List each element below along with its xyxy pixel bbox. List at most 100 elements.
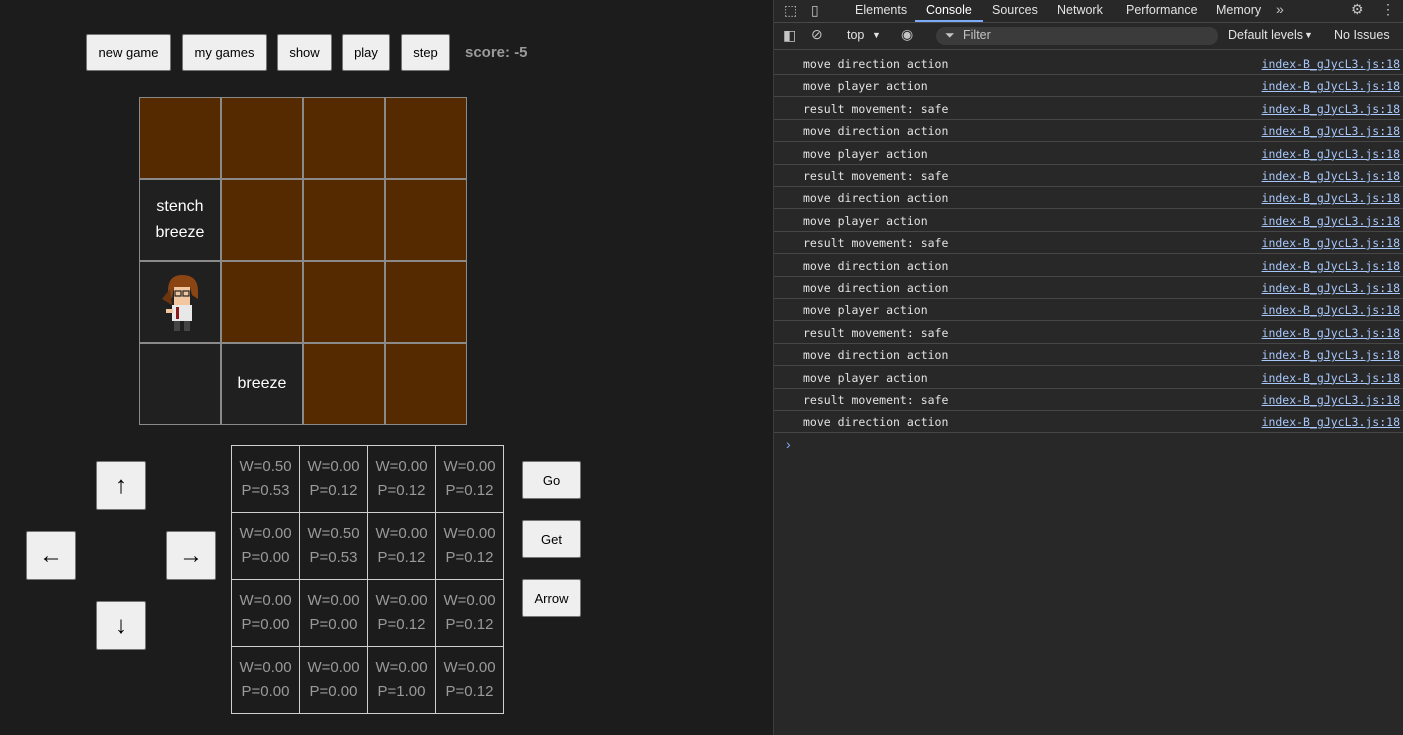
- funnel-icon: ⏷: [945, 28, 955, 42]
- wumpus-prob: W=0.50: [307, 525, 360, 542]
- console-log-row: move player action index-B_gJycL3.js:18: [774, 299, 1403, 322]
- pit-prob: P=0.12: [445, 683, 494, 700]
- tab-performance[interactable]: Performance: [1126, 0, 1198, 22]
- log-source-link[interactable]: index-B_gJycL3.js:18: [1262, 79, 1400, 93]
- chevron-down-icon: ▼: [872, 30, 881, 40]
- clear-console-icon[interactable]: ⊘: [811, 26, 823, 43]
- log-source-link[interactable]: index-B_gJycL3.js:18: [1262, 259, 1400, 273]
- console-log-row: result movement: safe index-B_gJycL3.js:1…: [774, 165, 1403, 187]
- sidebar-toggle-icon[interactable]: ◧: [783, 27, 796, 44]
- log-source-link[interactable]: index-B_gJycL3.js:18: [1262, 326, 1400, 340]
- show-button[interactable]: show: [277, 34, 332, 71]
- inspect-element-icon[interactable]: ⬚: [784, 2, 797, 19]
- log-source-link[interactable]: index-B_gJycL3.js:18: [1262, 147, 1400, 161]
- probability-cell: W=0.00 P=0.12: [367, 445, 436, 513]
- devtools-tab-bar: ⬚ ▯ Elements Console Sources Network Per…: [774, 0, 1403, 23]
- log-source-link[interactable]: index-B_gJycL3.js:18: [1262, 102, 1400, 116]
- move-right-button[interactable]: →: [166, 531, 216, 580]
- log-message: result movement: safe: [803, 236, 949, 251]
- pit-prob: P=0.53: [309, 549, 358, 566]
- shoot-arrow-button[interactable]: Arrow: [522, 579, 581, 617]
- more-options-icon[interactable]: ⋮: [1381, 1, 1395, 18]
- probability-cell: W=0.00 P=0.12: [435, 445, 504, 513]
- probability-cell: W=0.00 P=0.12: [435, 512, 504, 580]
- wumpus-prob: W=0.00: [375, 525, 428, 542]
- console-toolbar: ◧ ⊘ top ▼ ◉ ⏷ Filter Default levels ▼ No…: [774, 23, 1403, 50]
- console-log-row: result movement: safe index-B_gJycL3.js:1…: [774, 98, 1403, 120]
- board-cell: [386, 262, 466, 342]
- play-button[interactable]: play: [342, 34, 390, 71]
- log-source-link[interactable]: index-B_gJycL3.js:18: [1262, 303, 1400, 317]
- wumpus-prob: W=0.00: [375, 592, 428, 609]
- pit-prob: P=0.00: [309, 616, 358, 633]
- wumpus-prob: W=0.00: [307, 592, 360, 609]
- percept-label: breeze: [155, 224, 205, 241]
- board-cell: [222, 180, 302, 260]
- probability-cell: W=0.00 P=0.12: [367, 579, 436, 647]
- wumpus-prob: W=0.00: [443, 525, 496, 542]
- log-message: move player action: [803, 146, 928, 161]
- move-down-button[interactable]: ↓: [96, 601, 146, 650]
- issues-button[interactable]: No Issues: [1334, 28, 1390, 42]
- my-games-button[interactable]: my games: [182, 34, 267, 71]
- settings-gear-icon[interactable]: ⚙: [1351, 1, 1364, 18]
- pit-prob: P=0.12: [309, 482, 358, 499]
- log-source-link[interactable]: index-B_gJycL3.js:18: [1262, 371, 1400, 385]
- wumpus-prob: W=0.00: [375, 458, 428, 475]
- log-source-link[interactable]: index-B_gJycL3.js:18: [1262, 281, 1400, 295]
- pit-prob: P=0.12: [445, 616, 494, 633]
- filter-input[interactable]: ⏷ Filter: [936, 27, 1218, 45]
- eye-icon[interactable]: ◉: [901, 26, 913, 43]
- wumpus-prob: W=0.00: [375, 659, 428, 676]
- log-source-link[interactable]: index-B_gJycL3.js:18: [1262, 169, 1400, 183]
- log-source-link[interactable]: index-B_gJycL3.js:18: [1262, 57, 1400, 71]
- log-source-link[interactable]: index-B_gJycL3.js:18: [1262, 191, 1400, 205]
- pit-prob: P=0.00: [241, 549, 290, 566]
- step-button[interactable]: step: [401, 34, 450, 71]
- log-message: move direction action: [803, 348, 949, 363]
- get-button[interactable]: Get: [522, 520, 581, 558]
- log-message: move direction action: [803, 258, 949, 273]
- move-up-button[interactable]: ↑: [96, 461, 146, 510]
- board-cell: [386, 98, 466, 178]
- log-source-link[interactable]: index-B_gJycL3.js:18: [1262, 348, 1400, 362]
- log-message: result movement: safe: [803, 169, 949, 183]
- log-message: move direction action: [803, 191, 949, 206]
- console-prompt-icon[interactable]: ›: [786, 436, 791, 452]
- probability-cell: W=0.00 P=0.00: [299, 646, 368, 714]
- console-log-row: move direction action index-B_gJycL3.js:1…: [774, 187, 1403, 210]
- log-source-link[interactable]: index-B_gJycL3.js:18: [1262, 393, 1400, 407]
- log-source-link[interactable]: index-B_gJycL3.js:18: [1262, 214, 1400, 228]
- probability-table: W=0.50 P=0.53 W=0.00 P=0.12 W=0.00 P=0.12 W=0.…: [231, 445, 504, 714]
- go-button[interactable]: Go: [522, 461, 581, 499]
- probability-cell: W=0.00 P=1.00: [367, 646, 436, 714]
- console-log-row: move direction action index-B_gJycL3.js:1…: [774, 411, 1403, 434]
- device-toolbar-icon[interactable]: ▯: [811, 2, 819, 19]
- console-log-row: move direction action index-B_gJycL3.js:1…: [774, 53, 1403, 75]
- console-log-row: move direction action index-B_gJycL3.js:1…: [774, 277, 1403, 299]
- log-message: move player action: [803, 370, 928, 385]
- log-message: move player action: [803, 213, 928, 228]
- tab-memory[interactable]: Memory: [1216, 0, 1261, 22]
- tab-network[interactable]: Network: [1057, 0, 1103, 22]
- pit-prob: P=0.12: [377, 482, 426, 499]
- wumpus-prob: W=0.00: [239, 525, 292, 542]
- tab-console[interactable]: Console: [915, 0, 983, 22]
- wumpus-prob: W=0.00: [443, 592, 496, 609]
- log-source-link[interactable]: index-B_gJycL3.js:18: [1262, 124, 1400, 138]
- log-levels-dropdown[interactable]: Default levels: [1228, 28, 1303, 42]
- log-message: move player action: [803, 303, 928, 318]
- tab-elements[interactable]: Elements: [855, 0, 907, 22]
- log-source-link[interactable]: index-B_gJycL3.js:18: [1262, 415, 1400, 429]
- context-selector[interactable]: top: [847, 28, 864, 42]
- console-log-row: move player action index-B_gJycL3.js:18: [774, 367, 1403, 389]
- move-left-button[interactable]: ←: [26, 531, 76, 580]
- log-source-link[interactable]: index-B_gJycL3.js:18: [1262, 236, 1400, 250]
- new-game-button[interactable]: new game: [86, 34, 171, 71]
- probability-cell: W=0.00 P=0.00: [231, 646, 300, 714]
- more-tabs-icon[interactable]: »: [1276, 1, 1284, 17]
- game-board: stench breeze breeze: [139, 97, 467, 425]
- board-cell: [386, 180, 466, 260]
- devtools-panel: ⬚ ▯ Elements Console Sources Network Per…: [773, 0, 1403, 735]
- tab-sources[interactable]: Sources: [992, 0, 1038, 22]
